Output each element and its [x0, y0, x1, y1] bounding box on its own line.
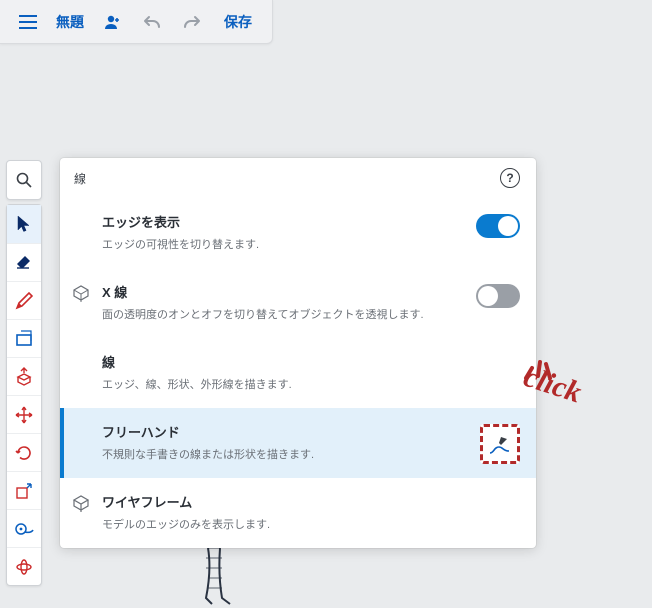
orbit-icon — [15, 558, 33, 576]
push-pull-icon — [15, 367, 33, 387]
tool-scale[interactable] — [7, 471, 41, 509]
panel-item-freehand-desc: 不規則な手書きの線または形状を描きます. — [102, 447, 470, 464]
panel-item-edges[interactable]: エッジを表示 エッジの可視性を切り替えます. — [60, 198, 536, 268]
tool-pencil[interactable] — [7, 281, 41, 319]
scale-figure — [196, 548, 266, 608]
help-button[interactable]: ? — [500, 168, 520, 188]
panel-item-line[interactable]: 線 エッジ、線、形状、外形線を描きます. — [60, 338, 536, 408]
freehand-tool-icon — [488, 435, 512, 457]
tool-eraser[interactable] — [7, 243, 41, 281]
undo-icon — [143, 14, 161, 30]
panel-header: 線 ? — [60, 158, 536, 198]
rectangle-icon — [15, 330, 33, 348]
tool-search[interactable] — [7, 161, 41, 199]
tool-move[interactable] — [7, 395, 41, 433]
click-callout: click — [530, 360, 588, 394]
top-toolbar: 無題 保存 — [0, 0, 273, 44]
panel-item-wireframe-title: ワイヤフレーム — [102, 492, 510, 511]
panel-item-wireframe[interactable]: ワイヤフレーム モデルのエッジのみを表示します. — [60, 478, 536, 548]
help-icon: ? — [506, 171, 513, 185]
tool-strip — [6, 160, 42, 586]
panel-item-xray-desc: 面の透明度のオンとオフを切り替えてオブジェクトを透視します. — [102, 307, 466, 324]
undo-button[interactable] — [134, 4, 170, 40]
rotate-icon — [15, 444, 33, 462]
panel-item-line-title: 線 — [102, 352, 510, 371]
eraser-icon — [14, 255, 34, 271]
tool-rectangle[interactable] — [7, 319, 41, 357]
panel-item-line-desc: エッジ、線、形状、外形線を描きます. — [102, 377, 510, 394]
panel-title: 線 — [74, 170, 86, 187]
tool-rotate[interactable] — [7, 433, 41, 471]
styles-panel: 線 ? エッジを表示 エッジの可視性を切り替えます. X 線 面の透明度のオンと… — [60, 158, 536, 548]
pencil-icon — [15, 292, 33, 310]
select-icon — [17, 215, 31, 233]
wireframe-icon — [72, 494, 90, 512]
menu-button[interactable] — [10, 4, 46, 40]
redo-button[interactable] — [174, 4, 210, 40]
xray-toggle[interactable] — [476, 284, 520, 308]
user-button[interactable] — [94, 4, 130, 40]
panel-item-edges-title: エッジを表示 — [102, 212, 466, 231]
freehand-tool-button[interactable] — [480, 424, 520, 464]
panel-item-wireframe-desc: モデルのエッジのみを表示します. — [102, 517, 510, 534]
panel-item-edges-desc: エッジの可視性を切り替えます. — [102, 237, 466, 254]
tool-push-pull[interactable] — [7, 357, 41, 395]
panel-item-xray[interactable]: X 線 面の透明度のオンとオフを切り替えてオブジェクトを透視します. — [60, 268, 536, 338]
panel-item-freehand-title: フリーハンド — [102, 422, 470, 441]
scale-icon — [15, 482, 33, 500]
tape-measure-icon — [14, 521, 34, 537]
panel-item-xray-title: X 線 — [102, 282, 466, 301]
tool-tape-measure[interactable] — [7, 509, 41, 547]
redo-icon — [183, 14, 201, 30]
tool-orbit[interactable] — [7, 547, 41, 585]
panel-item-freehand[interactable]: フリーハンド 不規則な手書きの線または形状を描きます. — [60, 408, 536, 478]
search-icon — [15, 171, 33, 189]
save-button[interactable]: 保存 — [214, 12, 262, 32]
tool-select[interactable] — [7, 205, 41, 243]
edges-toggle[interactable] — [476, 214, 520, 238]
menu-icon — [19, 15, 37, 29]
user-icon — [103, 13, 121, 31]
document-title: 無題 — [50, 12, 90, 32]
move-icon — [15, 406, 33, 424]
xray-icon — [72, 284, 90, 302]
